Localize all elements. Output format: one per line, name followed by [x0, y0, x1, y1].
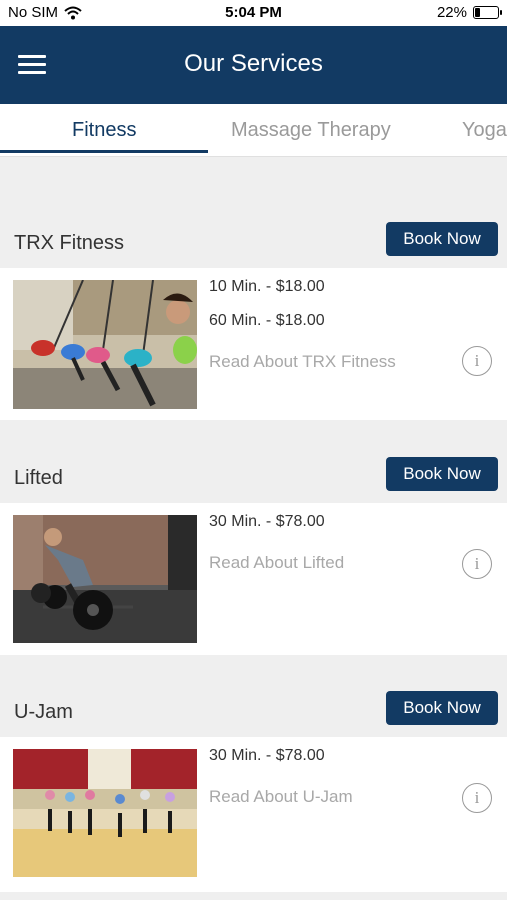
status-time: 5:04 PM [225, 4, 282, 21]
service-header: TRX Fitness Book Now [0, 222, 507, 268]
service-section-trx: TRX Fitness Book Now 10 Min. - $18.00 60… [0, 222, 507, 420]
service-header: Lifted Book Now [0, 457, 507, 503]
book-now-button[interactable]: Book Now [386, 222, 498, 256]
price-option: 30 Min. - $78.00 [209, 513, 325, 530]
service-details: 30 Min. - $78.00 Read About U-Jam [209, 747, 497, 807]
tab-fitness[interactable]: Fitness [72, 104, 136, 156]
service-title: U-Jam [14, 701, 73, 723]
battery-icon [473, 6, 502, 19]
service-card: 30 Min. - $78.00 Read About Lifted i [0, 503, 507, 655]
info-icon[interactable]: i [462, 549, 492, 579]
price-option: 30 Min. - $78.00 [209, 747, 325, 764]
tab-yoga[interactable]: Yoga [462, 104, 507, 156]
lifted-image [13, 515, 197, 643]
info-icon[interactable]: i [462, 783, 492, 813]
status-right: 22% [436, 4, 502, 21]
battery-percent: 22% [436, 4, 467, 21]
service-details: 10 Min. - $18.00 60 Min. - $18.00 Read A… [209, 278, 497, 372]
tab-massage-therapy[interactable]: Massage Therapy [231, 104, 391, 156]
service-title: TRX Fitness [14, 232, 125, 254]
trx-fitness-image [13, 280, 197, 409]
price-option: 10 Min. - $18.00 [209, 278, 325, 295]
nav-bar: Our Services [0, 26, 507, 104]
service-details: 30 Min. - $78.00 Read About Lifted [209, 513, 497, 573]
book-now-button[interactable]: Book Now [386, 457, 498, 491]
service-section-ujam: U-Jam Book Now 30 Min. - $78.00 Read Abo… [0, 691, 507, 892]
service-card: 10 Min. - $18.00 60 Min. - $18.00 Read A… [0, 268, 507, 420]
service-card: 30 Min. - $78.00 Read About U-Jam i [0, 737, 507, 892]
page-title: Our Services [184, 50, 323, 77]
service-section-lifted: Lifted Book Now 30 Min. - $78.00 Read Ab… [0, 457, 507, 655]
read-about-link[interactable]: Read About Lifted [209, 553, 497, 573]
book-now-button[interactable]: Book Now [386, 691, 498, 725]
u-jam-image [13, 749, 197, 877]
price-option: 60 Min. - $18.00 [209, 312, 325, 329]
service-header: U-Jam Book Now [0, 691, 507, 737]
info-icon[interactable]: i [462, 346, 492, 376]
service-title: Lifted [14, 467, 63, 489]
read-about-link[interactable]: Read About U-Jam [209, 787, 497, 807]
status-bar: No SIM 5:04 PM 22% [0, 0, 507, 26]
read-about-link[interactable]: Read About TRX Fitness [209, 352, 497, 372]
active-tab-indicator [0, 150, 208, 153]
